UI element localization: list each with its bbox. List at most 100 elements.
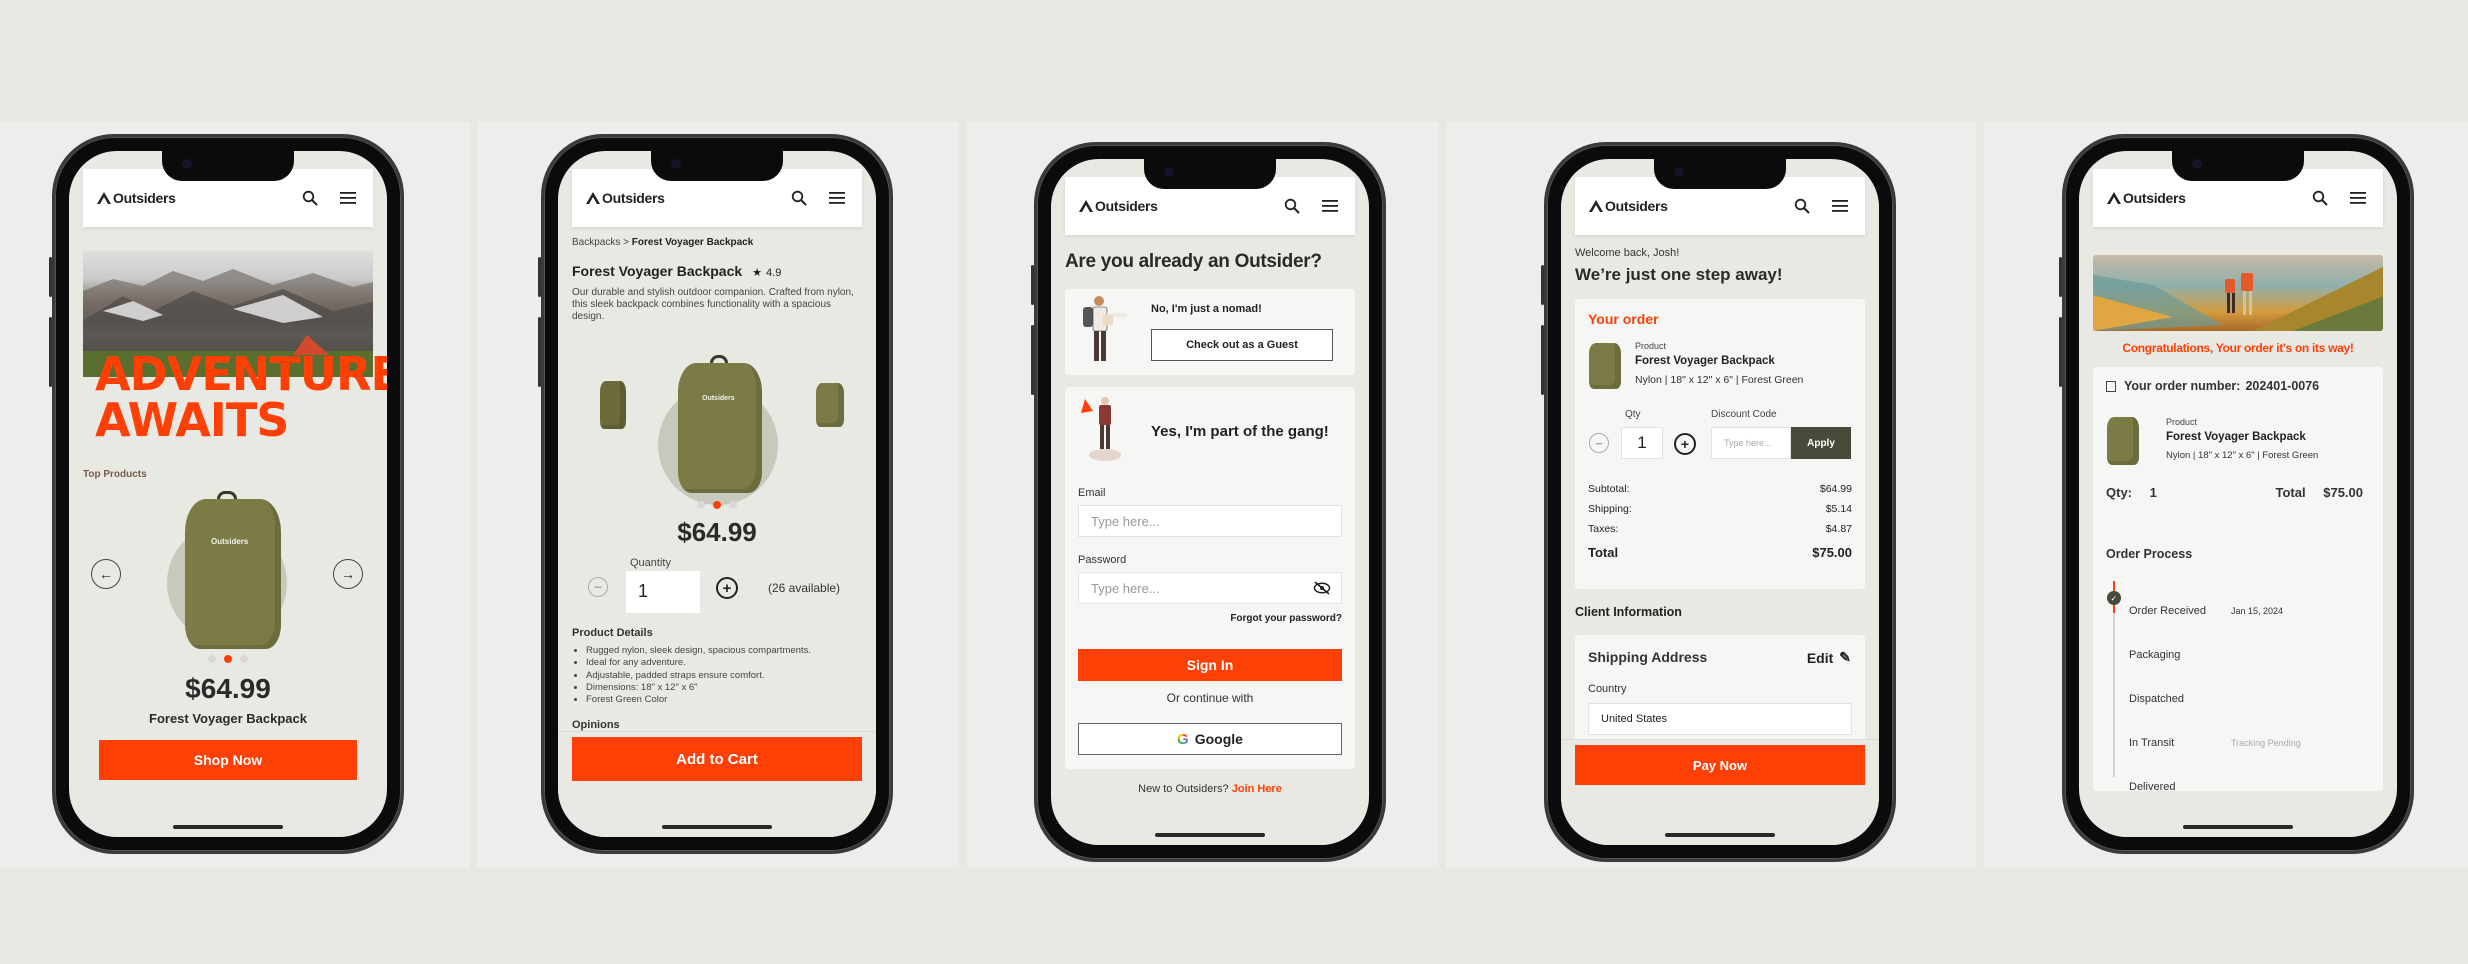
home-indicator (173, 825, 283, 829)
search-button[interactable] (2309, 187, 2331, 209)
brand-logo[interactable]: Outsiders (1079, 198, 1158, 214)
product-main-image[interactable]: Outsiders (658, 355, 782, 505)
join-here-link[interactable]: Join Here (1232, 783, 1282, 795)
decrement-button[interactable]: − (588, 577, 608, 597)
product-price: $64.99 (185, 673, 271, 704)
increment-button[interactable]: + (1674, 433, 1696, 455)
carousel-dot[interactable] (240, 655, 248, 663)
summary-value: $4.87 (1825, 523, 1852, 535)
panel-home: Outsiders ADVENTURE AWAITS Top Products … (0, 122, 470, 868)
page-title: Are you already an Outsider? (1065, 251, 1322, 272)
brand-logo[interactable]: Outsiders (586, 190, 665, 206)
backpack-graphic (185, 499, 281, 649)
product-thumb-right[interactable] (812, 379, 846, 431)
brand-logo[interactable]: Outsiders (2107, 190, 2186, 206)
qty-input[interactable]: 1 (1621, 427, 1663, 459)
minus-icon: − (593, 579, 603, 595)
search-button[interactable] (1281, 195, 1303, 217)
search-button[interactable] (788, 187, 810, 209)
brand-logo[interactable]: Outsiders (1589, 198, 1668, 214)
menu-button[interactable] (2347, 187, 2369, 209)
pencil-icon: ✎ (1839, 649, 1851, 665)
increment-button[interactable]: + (716, 577, 738, 599)
search-icon (2312, 190, 2328, 206)
order-process-title: Order Process (2106, 547, 2193, 561)
edit-button[interactable]: Edit ✎ (1807, 649, 1851, 666)
discount-label: Discount Code (1711, 409, 1777, 420)
bag-brand-label: Outsiders (702, 395, 735, 402)
phone-frame: Outsiders Are you already an Outsider? N… (1031, 142, 1386, 862)
email-field[interactable]: Type here... (1078, 505, 1342, 537)
sign-in-button[interactable]: Sign In (1078, 649, 1342, 681)
arrow-left-icon: ← (99, 566, 113, 582)
search-button[interactable] (1791, 195, 1813, 217)
order-product-thumb (1587, 341, 1623, 391)
carousel-dot[interactable] (697, 501, 705, 509)
backpack-graphic (2107, 417, 2139, 465)
total-label: Total (1588, 545, 1619, 560)
page-title: We’re just one step away! (1575, 265, 1783, 284)
forgot-password-link[interactable]: Forgot your password? (1230, 613, 1342, 624)
product-image[interactable]: Outsiders (167, 491, 297, 651)
carousel-dots (572, 501, 862, 509)
product-name: Forest Voyager Backpack (2166, 431, 2306, 443)
eye-off-icon[interactable] (1313, 581, 1331, 595)
step-label: In Transit (2129, 737, 2175, 749)
confirmation-content: Congratulations, Your order it's on its … (2093, 237, 2383, 837)
home-indicator (1155, 833, 1265, 837)
guest-checkout-button[interactable]: Check out as a Guest (1151, 329, 1333, 361)
carousel-dot[interactable] (729, 501, 737, 509)
carousel-next-button[interactable]: → (333, 559, 363, 589)
backpack-back-graphic (600, 381, 626, 429)
carousel-dot[interactable] (208, 655, 216, 663)
product-specs: Nylon | 18" x 12" x 6" | Forest Green (1635, 374, 1804, 386)
star-icon: ★ (752, 267, 763, 279)
shop-now-button[interactable]: Shop Now (99, 740, 357, 780)
discount-code-input[interactable]: Type here... (1711, 427, 1791, 459)
mountain-logo-icon (586, 192, 600, 204)
order-product-thumb (2105, 415, 2141, 467)
menu-button[interactable] (1319, 195, 1341, 217)
mountain-logo-icon (1079, 200, 1093, 212)
order-card: Your order number: 202401-0076 Product F… (2093, 367, 2383, 793)
product-thumb-left[interactable] (592, 379, 632, 431)
camera-icon (1164, 167, 1174, 177)
qty-value: 1 (2149, 485, 2157, 500)
apply-button[interactable]: Apply (1791, 427, 1851, 459)
menu-button[interactable] (1829, 195, 1851, 217)
mountain-logo-icon (2107, 192, 2121, 204)
search-button[interactable] (299, 187, 321, 209)
bag-brand-label: Outsiders (211, 537, 249, 546)
menu-button[interactable] (826, 187, 848, 209)
search-icon (1284, 198, 1300, 214)
timeline-step: Packaging (2129, 633, 2373, 677)
login-screen: Outsiders Are you already an Outsider? N… (1051, 159, 1369, 845)
menu-button[interactable] (337, 187, 359, 209)
signup-prompt-text: New to Outsiders? (1138, 783, 1229, 795)
timeline-step: Delivered (2129, 765, 2373, 809)
details-title: Product Details (572, 627, 653, 639)
summary-row-taxes: Taxes: $4.87 (1588, 519, 1852, 539)
details-list: Rugged nylon, sleek design, spacious com… (586, 645, 811, 706)
product-name: Forest Voyager Backpack (1635, 355, 1775, 367)
carousel-dot-active[interactable] (224, 655, 232, 663)
brand-name: Outsiders (2123, 190, 2186, 206)
country-field[interactable]: United States (1588, 703, 1852, 735)
breadcrumb-parent[interactable]: Backpacks (572, 237, 620, 248)
order-number-row: Your order number: 202401-0076 (2106, 379, 2319, 393)
hikers-banner (2093, 255, 2383, 331)
hamburger-menu-icon (1832, 200, 1848, 212)
timeline-step: Order Received Jan 15, 2024 (2129, 589, 2373, 633)
quantity-input[interactable]: 1 (626, 571, 700, 613)
google-signin-button[interactable]: G Google (1078, 723, 1342, 755)
password-field[interactable]: Type here... (1078, 572, 1342, 604)
carousel-prev-button[interactable]: ← (91, 559, 121, 589)
mountain-logo-icon (1589, 200, 1603, 212)
pay-now-button[interactable]: Pay Now (1575, 745, 1865, 785)
details-item: Forest Green Color (586, 694, 811, 706)
decrement-button[interactable]: − (1589, 433, 1609, 453)
carousel-dot-active[interactable] (713, 501, 721, 509)
add-to-cart-button[interactable]: Add to Cart (572, 737, 862, 781)
mountain-logo-icon (97, 192, 111, 204)
brand-logo[interactable]: Outsiders (97, 190, 176, 206)
